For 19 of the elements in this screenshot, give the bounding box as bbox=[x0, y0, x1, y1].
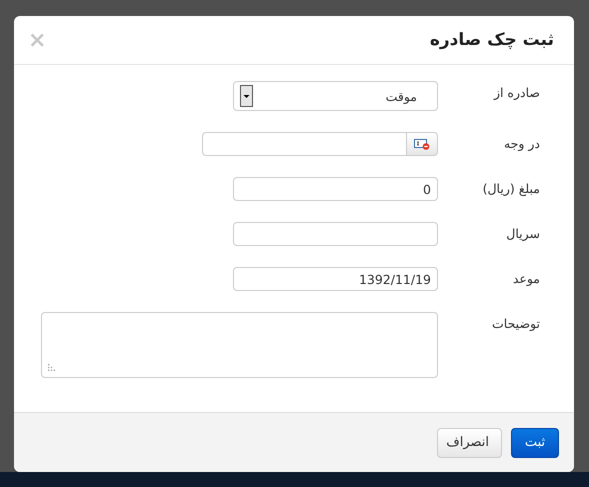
input-field[interactable] bbox=[202, 132, 407, 156]
field-label: سریال bbox=[505, 225, 540, 241]
field-label: صادره از bbox=[492, 84, 540, 100]
text-area[interactable] bbox=[41, 312, 438, 378]
card-icon bbox=[414, 138, 430, 150]
submit-button[interactable]: ثبت bbox=[511, 428, 559, 458]
dialog-title: ثبت چک صادره bbox=[430, 30, 554, 50]
cancel-button[interactable]: انصراف bbox=[437, 428, 502, 458]
dropdown-field[interactable]: موقت bbox=[233, 81, 438, 111]
field-label: توضیحات bbox=[491, 315, 540, 331]
input-field[interactable] bbox=[233, 222, 438, 246]
caret-icon bbox=[240, 85, 253, 107]
resize-grip-icon bbox=[48, 364, 55, 371]
picker-button[interactable] bbox=[407, 132, 438, 156]
input-field[interactable]: 1392/11/19 bbox=[233, 267, 438, 291]
input-field[interactable]: 0 bbox=[233, 177, 438, 201]
field-label: مبلغ (ریال) bbox=[482, 180, 540, 196]
field-label: در وجه bbox=[502, 135, 540, 151]
field-label: موعد bbox=[512, 270, 540, 286]
